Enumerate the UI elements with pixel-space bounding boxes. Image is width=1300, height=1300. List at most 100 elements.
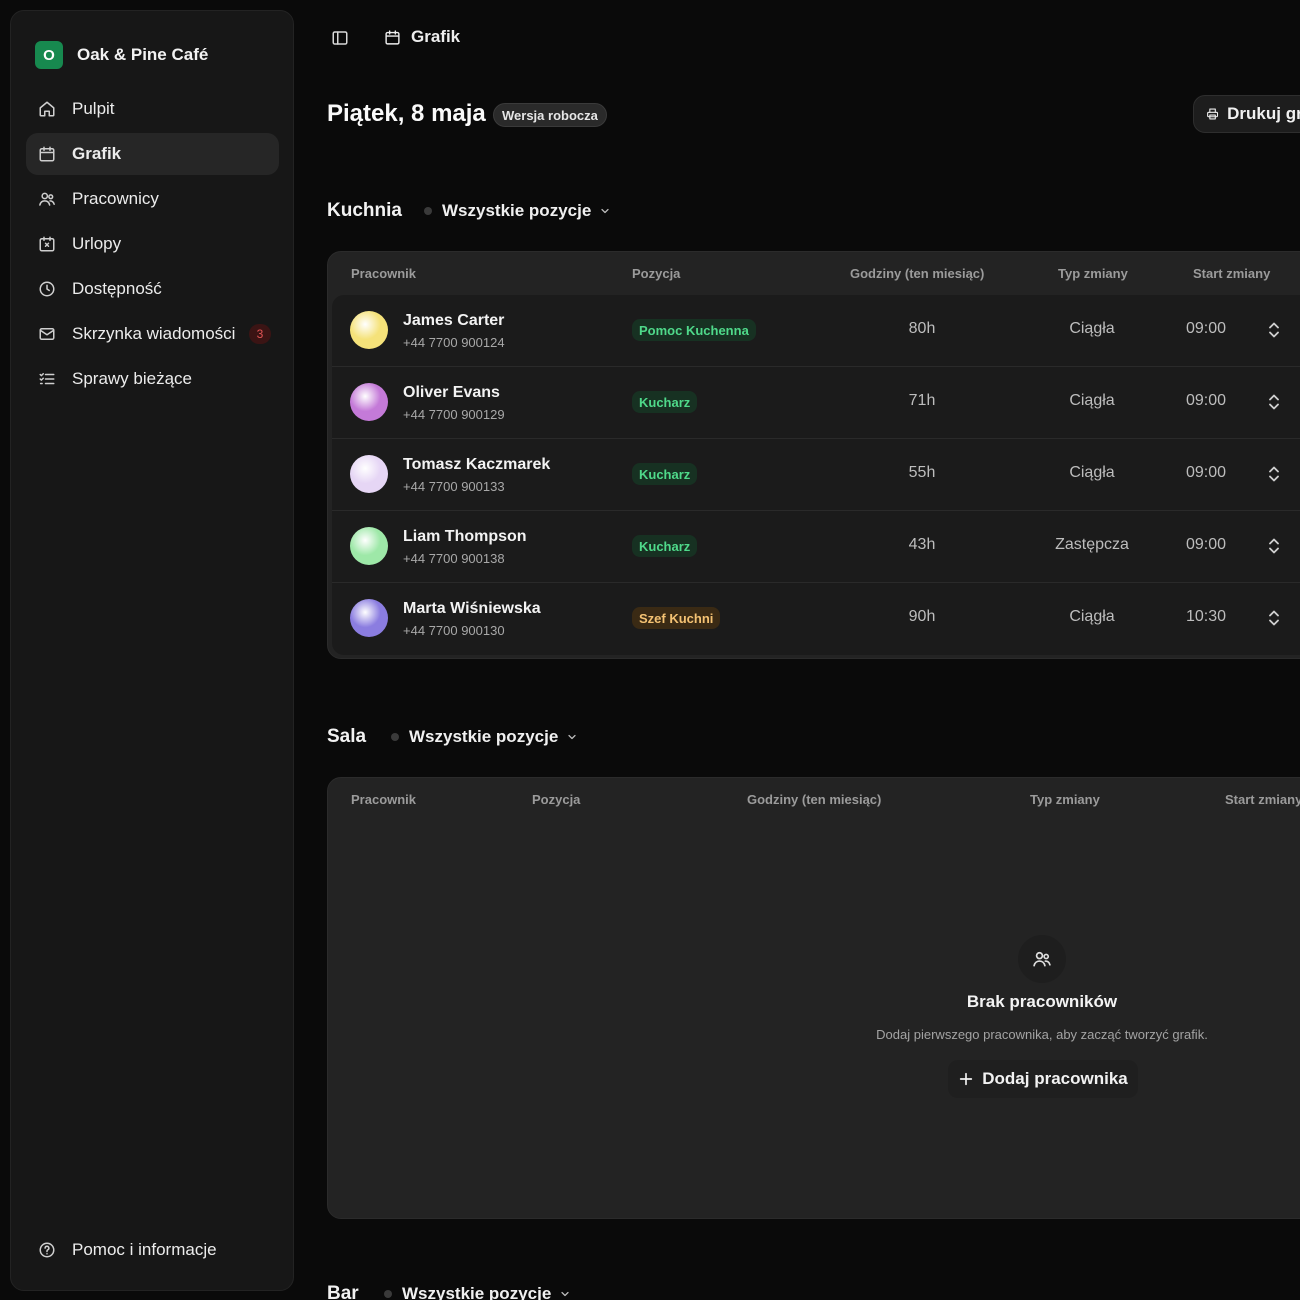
shift-start-value: 10:30	[1185, 608, 1227, 625]
employee-phone: +44 7700 900130	[403, 623, 505, 638]
sidebar-toggle-icon[interactable]	[331, 29, 349, 47]
avatar	[350, 311, 388, 349]
position-filter-dropdown[interactable]: Wszystkie pozycje	[384, 1284, 571, 1300]
empty-state-subtitle: Dodaj pierwszego pracownika, aby zacząć …	[876, 1027, 1208, 1042]
employee-name: Liam Thompson	[403, 528, 527, 545]
add-employee-button[interactable]: Dodaj pracownika	[948, 1060, 1138, 1098]
users-icon	[1018, 935, 1066, 983]
sidebar-item-label: Urlopy	[72, 234, 122, 253]
employee-name: Oliver Evans	[403, 384, 500, 401]
sidebar-item-label: Grafik	[72, 144, 122, 163]
chevrons-up-down-icon[interactable]	[1267, 321, 1281, 339]
users-icon	[38, 190, 56, 208]
table-row[interactable]: James Carter +44 7700 900124 Pomoc Kuche…	[332, 295, 1300, 367]
shift-start-value: 09:00	[1185, 392, 1227, 409]
hours-value: 43h	[908, 536, 936, 553]
employee-phone: +44 7700 900124	[403, 335, 505, 350]
filter-label: Wszystkie pozycje	[402, 1284, 552, 1300]
calendar-icon	[385, 29, 400, 45]
help-link[interactable]: Pomoc i informacje	[38, 1240, 217, 1260]
position-badge: Pomoc Kuchenna	[632, 319, 756, 341]
hours-value: 80h	[908, 320, 936, 337]
hours-value: 90h	[908, 608, 936, 625]
print-schedule-button[interactable]: Drukuj grafik	[1193, 95, 1300, 133]
employee-name: Tomasz Kaczmarek	[403, 456, 551, 473]
position-filter-dropdown[interactable]: Wszystkie pozycje	[424, 201, 611, 221]
sidebar-item-label: Sprawy bieżące	[72, 369, 193, 388]
employee-name: Marta Wiśniewska	[403, 600, 541, 617]
filter-dot	[424, 207, 432, 215]
calendar-x-icon	[38, 235, 56, 253]
sala-table: Pracownik Pozycja Godziny (ten miesiąc) …	[327, 777, 1300, 1219]
chevrons-up-down-icon[interactable]	[1267, 537, 1281, 555]
column-header[interactable]: Pracownik	[351, 792, 416, 807]
calendar-icon	[38, 145, 56, 163]
sidebar-item-pracownicy[interactable]: Pracownicy	[26, 178, 279, 220]
column-header[interactable]: Typ zmiany	[1030, 792, 1100, 807]
employee-phone: +44 7700 900138	[403, 551, 505, 566]
column-header[interactable]: Pozycja	[632, 266, 680, 281]
sidebar-item-skrzynka[interactable]: Skrzynka wiadomości 3	[26, 313, 279, 355]
employee-name: James Carter	[403, 312, 505, 329]
column-header[interactable]: Pozycja	[532, 792, 580, 807]
chevron-down-icon	[561, 1291, 569, 1297]
filter-label: Wszystkie pozycje	[409, 727, 559, 746]
unread-count-badge: 3	[249, 324, 271, 344]
sidebar-item-grafik[interactable]: Grafik	[26, 133, 279, 175]
chevrons-up-down-icon[interactable]	[1267, 465, 1281, 483]
sidebar-item-dostepnosc[interactable]: Dostępność	[26, 268, 279, 310]
sidebar-item-sprawy[interactable]: Sprawy bieżące	[26, 358, 279, 400]
shift-start-value: 09:00	[1185, 464, 1227, 481]
employee-phone: +44 7700 900129	[403, 407, 505, 422]
column-header[interactable]: Start zmiany	[1193, 266, 1270, 281]
breadcrumb: Grafik	[384, 27, 460, 47]
position-filter-dropdown[interactable]: Wszystkie pozycje	[391, 727, 578, 747]
shift-type-value: Ciągła	[1069, 608, 1115, 625]
column-header[interactable]: Pracownik	[351, 266, 416, 281]
chevron-down-icon	[568, 734, 576, 740]
help-label: Pomoc i informacje	[72, 1240, 217, 1259]
filter-dot	[384, 1290, 392, 1298]
shift-type-value: Zastępcza	[1055, 536, 1129, 553]
status-badge: Wersja robocza	[493, 103, 607, 127]
chevron-down-icon	[601, 208, 609, 214]
employee-phone: +44 7700 900133	[403, 479, 505, 494]
table-row[interactable]: Liam Thompson +44 7700 900138 Kucharz 43…	[332, 511, 1300, 583]
add-employee-label: Dodaj pracownika	[982, 1069, 1128, 1088]
column-header[interactable]: Typ zmiany	[1058, 266, 1128, 281]
clock-icon	[38, 280, 56, 298]
plus-icon	[960, 1072, 973, 1086]
shift-type-value: Ciągła	[1069, 392, 1115, 409]
breadcrumb-label: Grafik	[411, 27, 461, 46]
shift-type-value: Ciągła	[1069, 320, 1115, 337]
home-icon	[38, 100, 56, 118]
avatar	[350, 455, 388, 493]
table-body: James Carter +44 7700 900124 Pomoc Kuche…	[332, 295, 1300, 655]
brand[interactable]: O Oak & Pine Café	[35, 41, 208, 69]
sidebar-item-label: Skrzynka wiadomości	[72, 324, 236, 343]
sidebar: O Oak & Pine Café Pulpit Grafik Pracowni…	[10, 10, 294, 1291]
chevrons-up-down-icon[interactable]	[1267, 609, 1281, 627]
help-icon	[38, 1241, 56, 1259]
avatar	[350, 527, 388, 565]
column-header[interactable]: Start zmiany	[1225, 792, 1300, 807]
column-header[interactable]: Godziny (ten miesiąc)	[850, 266, 984, 281]
sidebar-item-pulpit[interactable]: Pulpit	[26, 88, 279, 130]
position-badge: Kucharz	[632, 535, 698, 557]
column-header[interactable]: Godziny (ten miesiąc)	[747, 792, 881, 807]
table-row[interactable]: Oliver Evans +44 7700 900129 Kucharz 71h…	[332, 367, 1300, 439]
kuchnia-table: Pracownik Pozycja Godziny (ten miesiąc) …	[327, 251, 1300, 659]
avatar	[350, 599, 388, 637]
sidebar-nav: Pulpit Grafik Pracownicy Urlopy Dostępno…	[26, 88, 279, 403]
sidebar-item-label: Dostępność	[72, 279, 162, 298]
section-title-bar: Bar	[327, 1283, 359, 1300]
table-row[interactable]: Tomasz Kaczmarek +44 7700 900133 Kucharz…	[332, 439, 1300, 511]
chevrons-up-down-icon[interactable]	[1267, 393, 1281, 411]
sidebar-item-urlopy[interactable]: Urlopy	[26, 223, 279, 265]
shift-type-value: Ciągła	[1069, 464, 1115, 481]
table-row[interactable]: Marta Wiśniewska +44 7700 900130 Szef Ku…	[332, 583, 1300, 655]
section-title-sala: Sala	[327, 726, 367, 747]
app-root: O Oak & Pine Café Pulpit Grafik Pracowni…	[0, 0, 1300, 1300]
page-title: Piątek, 8 maja	[327, 100, 486, 127]
position-badge: Kucharz	[632, 463, 698, 485]
